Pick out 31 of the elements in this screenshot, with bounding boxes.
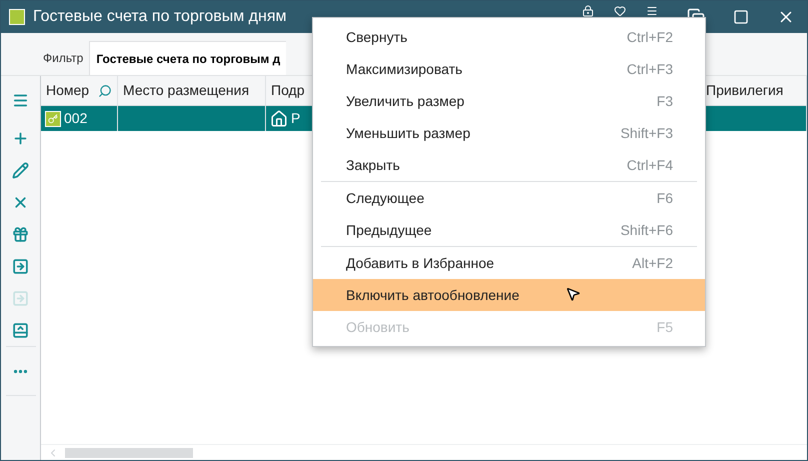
plus-icon[interactable] xyxy=(12,130,29,146)
app-icon xyxy=(9,9,25,25)
menu-item[interactable]: Добавить в Избранное Alt+F2 xyxy=(313,247,705,279)
window-title: Гостевые счета по торговым дням xyxy=(33,7,287,27)
pencil-icon[interactable] xyxy=(12,162,29,178)
horizontal-scrollbar[interactable] xyxy=(41,444,807,460)
dropdown-menu-icon[interactable] xyxy=(645,5,659,17)
layout-icon[interactable] xyxy=(12,322,29,338)
key-icon xyxy=(45,110,61,126)
tab[interactable]: Гостевые счета по торговым д xyxy=(89,41,286,75)
scroll-thumb[interactable] xyxy=(65,448,193,458)
heart-icon[interactable] xyxy=(613,5,627,17)
table-cell-text: 002 xyxy=(64,109,88,128)
menu-item[interactable]: Свернуть Ctrl+F2 xyxy=(313,21,705,53)
menu-item[interactable]: Уменьшить размер Shift+F3 xyxy=(313,117,705,149)
table-cell-text: Р xyxy=(291,109,300,128)
tab[interactable]: Фильтр xyxy=(37,41,90,75)
lock-icon[interactable] xyxy=(581,5,595,17)
menu-item[interactable]: Предыдущее Shift+F6 xyxy=(313,214,705,246)
column-header[interactable]: Место размещения xyxy=(118,76,266,105)
cursor-icon xyxy=(565,285,581,303)
house-icon xyxy=(270,110,288,128)
maximize-icon[interactable] xyxy=(733,9,749,25)
menu-item[interactable]: Закрыть Ctrl+F4 xyxy=(313,149,705,181)
gift-icon[interactable] xyxy=(12,226,29,242)
menu-item[interactable]: Следующее F6 xyxy=(313,182,705,214)
search-icon[interactable] xyxy=(98,84,112,98)
menu-item[interactable]: Включить автообновление xyxy=(313,279,705,311)
arrow-into-box-icon[interactable] xyxy=(12,258,29,274)
menu-icon[interactable] xyxy=(12,92,29,108)
column-header[interactable]: Номер xyxy=(41,76,118,105)
